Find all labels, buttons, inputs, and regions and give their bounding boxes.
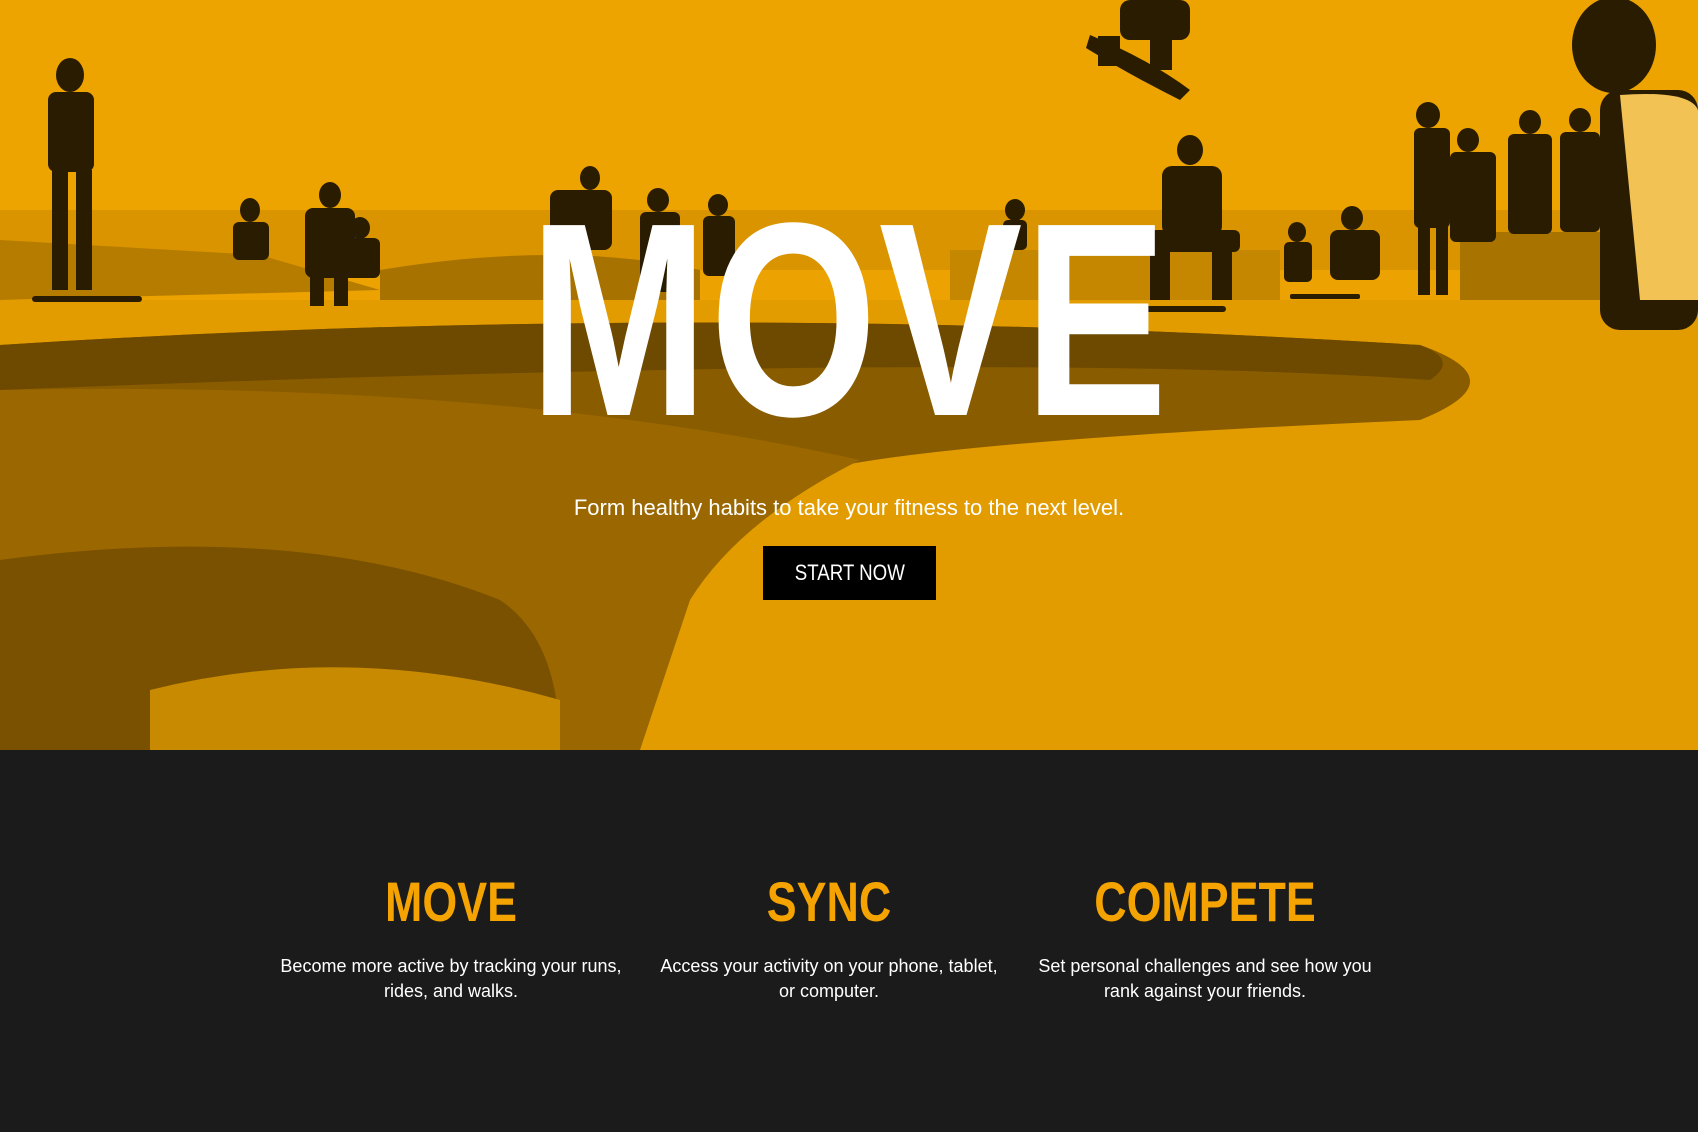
feature-sync: SYNC Access your activity on your phone,… (654, 872, 1004, 1004)
feature-description: Become more active by tracking your runs… (280, 956, 622, 1001)
feature-title: MOVE (385, 870, 517, 933)
hero-subtitle: Form healthy habits to take your fitness… (573, 495, 1125, 520)
hero-section: MOVE Form healthy habits to take your fi… (0, 0, 1698, 750)
start-now-button-label: START NOW (794, 560, 905, 585)
features-section: MOVE Become more active by tracking your… (0, 750, 1698, 1132)
feature-description: Access your activity on your phone, tabl… (660, 956, 998, 1001)
feature-compete: COMPETE Set personal challenges and see … (1030, 872, 1380, 1004)
hero-title: MOVE (528, 166, 1170, 474)
start-now-button[interactable]: START NOW (763, 546, 936, 600)
feature-move: MOVE Become more active by tracking your… (276, 872, 626, 1004)
feature-description: Set personal challenges and see how you … (1038, 956, 1372, 1001)
feature-title: COMPETE (1094, 870, 1316, 933)
feature-title: SYNC (766, 870, 892, 933)
